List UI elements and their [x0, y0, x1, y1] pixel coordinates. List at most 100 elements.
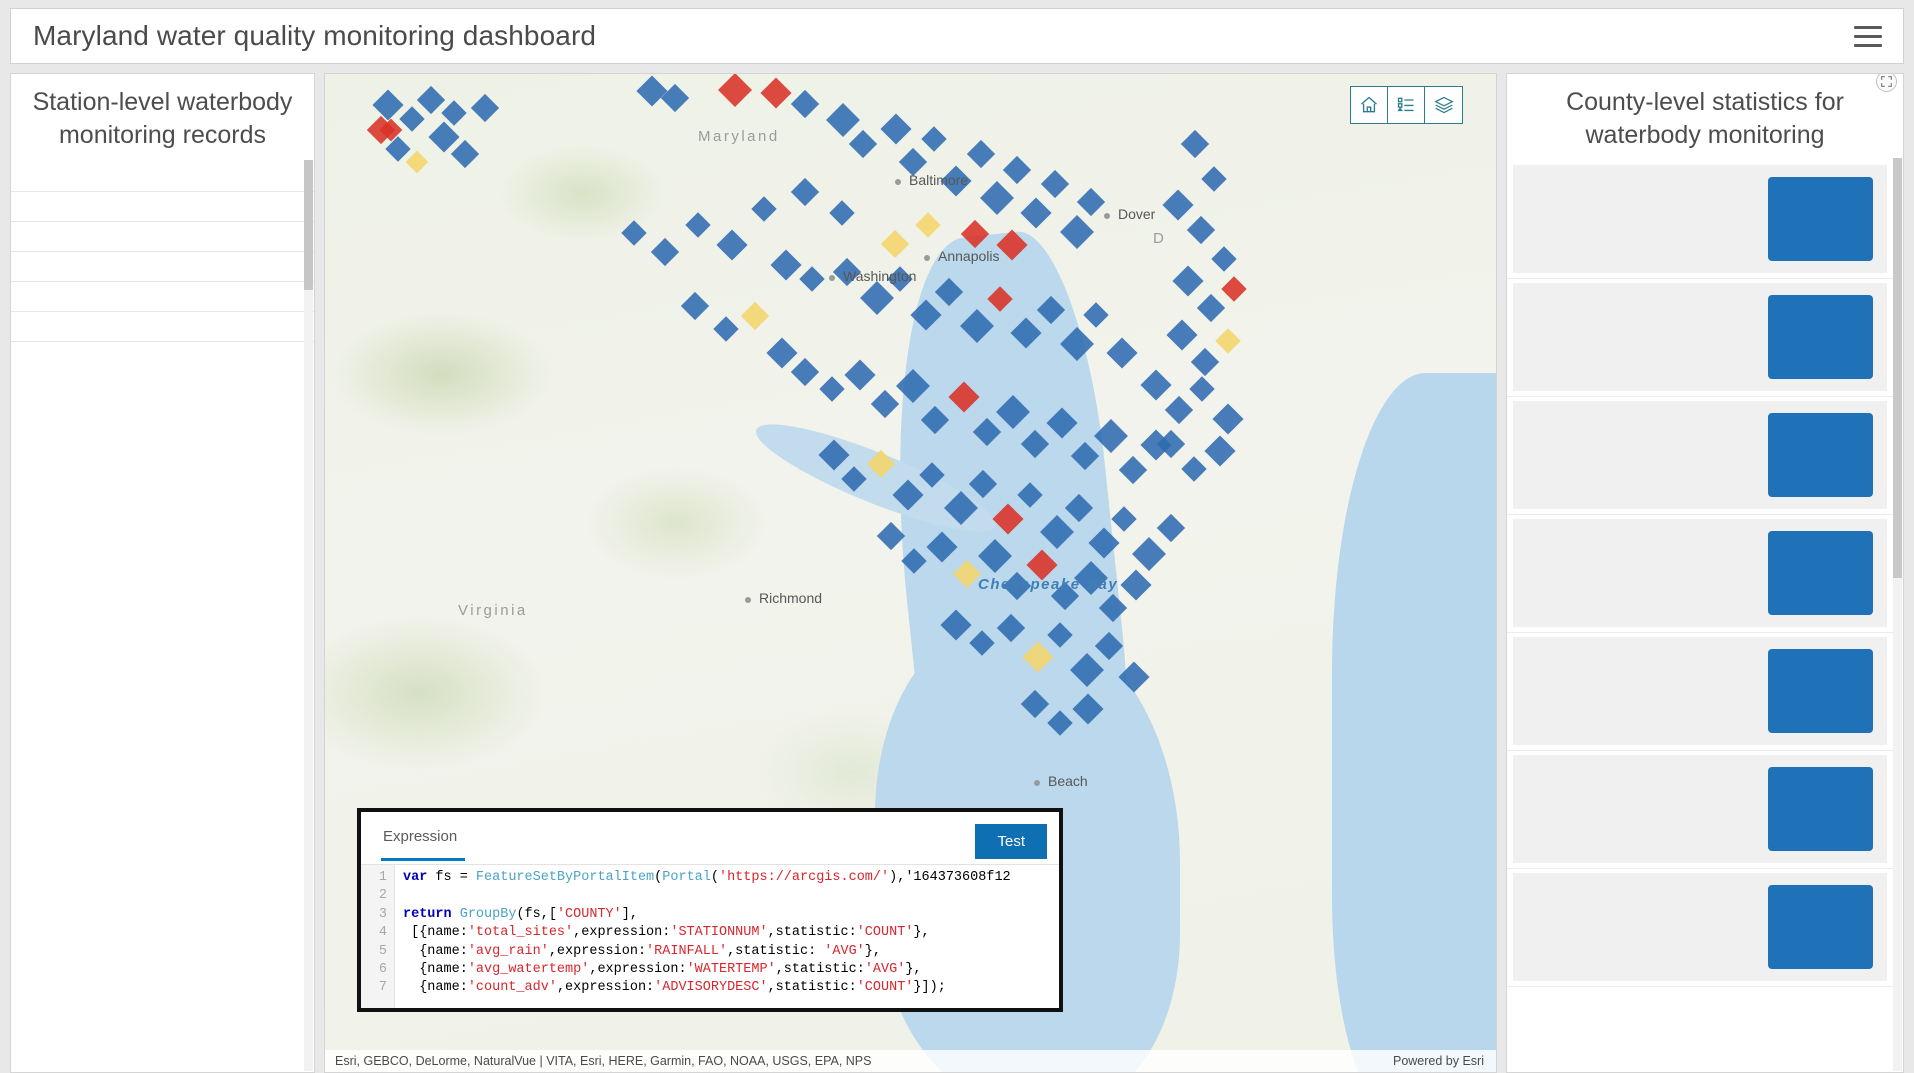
county-list-item[interactable]	[1507, 515, 1893, 633]
county-card[interactable]	[1513, 519, 1887, 627]
county-list-item[interactable]	[1507, 279, 1893, 397]
map-station-marker[interactable]	[887, 266, 912, 291]
map-station-marker[interactable]	[1211, 246, 1236, 271]
map-station-marker[interactable]	[718, 73, 752, 107]
map-station-marker[interactable]	[1166, 319, 1197, 350]
map-station-marker[interactable]	[791, 358, 819, 386]
map-station-marker[interactable]	[967, 140, 995, 168]
layers-icon[interactable]	[1425, 87, 1462, 123]
county-card[interactable]	[1513, 755, 1887, 863]
map-station-marker[interactable]	[1041, 170, 1069, 198]
map-station-marker[interactable]	[833, 258, 861, 286]
county-card[interactable]	[1513, 283, 1887, 391]
map-station-marker[interactable]	[685, 212, 710, 237]
map-station-marker[interactable]	[921, 126, 946, 151]
map-station-marker[interactable]	[1003, 156, 1031, 184]
map-station-marker[interactable]	[1157, 514, 1185, 542]
map-station-marker[interactable]	[1083, 302, 1108, 327]
county-card[interactable]	[1513, 873, 1887, 981]
county-card[interactable]	[1513, 165, 1887, 273]
map-station-marker[interactable]	[1132, 537, 1166, 571]
map-station-marker[interactable]	[766, 337, 797, 368]
map-station-marker[interactable]	[829, 200, 854, 225]
expression-code-area[interactable]: 1234567 var fs = FeatureSetByPortalItem(…	[361, 864, 1059, 1008]
code-content[interactable]: var fs = FeatureSetByPortalItem(Portal('…	[395, 865, 1059, 1008]
tab-expression[interactable]: Expression	[381, 824, 465, 861]
map-station-marker[interactable]	[751, 196, 776, 221]
map-station-marker[interactable]	[1181, 456, 1206, 481]
map-station-marker[interactable]	[1020, 197, 1051, 228]
map-station-marker[interactable]	[871, 390, 899, 418]
station-list-item[interactable]	[11, 281, 314, 311]
station-list-scrollbar[interactable]	[304, 160, 313, 1071]
map-station-marker[interactable]	[1060, 215, 1094, 249]
map-station-marker[interactable]	[899, 148, 927, 176]
map-panel[interactable]: MarylandVirginiaBaltimoreWashingtonAnnap…	[324, 73, 1497, 1073]
map-station-marker[interactable]	[1172, 265, 1203, 296]
legend-icon[interactable]	[1388, 87, 1425, 123]
map-station-marker[interactable]	[915, 212, 940, 237]
map-station-marker[interactable]	[1119, 456, 1147, 484]
map-station-marker[interactable]	[636, 75, 667, 106]
map-station-marker[interactable]	[1111, 506, 1136, 531]
map-station-marker[interactable]	[1201, 166, 1226, 191]
map-station-marker[interactable]	[372, 89, 403, 120]
map-station-marker[interactable]	[1120, 569, 1151, 600]
station-list-item[interactable]	[11, 311, 314, 341]
map-station-marker[interactable]	[681, 292, 709, 320]
county-list-item[interactable]	[1507, 869, 1893, 987]
map-station-marker[interactable]	[1106, 337, 1137, 368]
map-station-marker[interactable]	[791, 90, 819, 118]
map-station-marker[interactable]	[428, 121, 459, 152]
map-station-marker[interactable]	[791, 178, 819, 206]
map-station-marker[interactable]	[770, 249, 801, 280]
map-station-marker[interactable]	[406, 151, 429, 174]
map-station-marker[interactable]	[819, 376, 844, 401]
map-station-marker[interactable]	[1212, 403, 1243, 434]
code-line[interactable]	[403, 887, 1059, 905]
code-line[interactable]: [{name:'total_sites',expression:'STATION…	[403, 924, 1059, 942]
map-station-marker[interactable]	[844, 359, 875, 390]
map-station-marker[interactable]	[1197, 294, 1225, 322]
map-station-marker[interactable]	[399, 106, 424, 131]
hamburger-menu-icon[interactable]	[1851, 21, 1885, 51]
expression-editor-window[interactable]: Expression Test 1234567 var fs = Feature…	[357, 808, 1063, 1012]
map-station-marker[interactable]	[1191, 348, 1219, 376]
county-list-scrollbar[interactable]	[1893, 158, 1902, 1071]
station-list-item[interactable]	[11, 191, 314, 221]
map-station-marker[interactable]	[980, 181, 1014, 215]
county-list-item[interactable]	[1507, 397, 1893, 515]
map-station-marker[interactable]	[799, 266, 824, 291]
code-line[interactable]: {name:'avg_rain',expression:'RAINFALL',s…	[403, 943, 1059, 961]
county-list-item[interactable]	[1507, 751, 1893, 869]
station-list-item[interactable]	[11, 221, 314, 251]
county-list-item[interactable]	[1507, 161, 1893, 279]
station-list-item[interactable]	[11, 162, 314, 191]
station-list-item[interactable]	[11, 251, 314, 281]
county-list-item[interactable]	[1507, 633, 1893, 751]
map-station-marker[interactable]	[940, 165, 971, 196]
code-line[interactable]: {name:'avg_watertemp',expression:'WATERT…	[403, 961, 1059, 979]
map-station-marker[interactable]	[621, 220, 646, 245]
county-card[interactable]	[1513, 401, 1887, 509]
county-list[interactable]	[1507, 161, 1903, 1072]
map-station-marker[interactable]	[451, 140, 479, 168]
map-station-marker[interactable]	[1140, 369, 1171, 400]
county-list-scroll-thumb[interactable]	[1893, 158, 1902, 578]
code-line[interactable]: {name:'count_adv',expression:'ADVISORYDE…	[403, 979, 1059, 997]
map-station-marker[interactable]	[1189, 376, 1214, 401]
map-station-marker[interactable]	[1215, 328, 1240, 353]
map-station-marker[interactable]	[1162, 189, 1193, 220]
map-station-marker[interactable]	[860, 281, 894, 315]
map-station-marker[interactable]	[1221, 276, 1246, 301]
map-station-marker[interactable]	[1204, 435, 1235, 466]
map-station-marker[interactable]	[1077, 188, 1105, 216]
map-station-marker[interactable]	[417, 86, 445, 114]
map-station-marker[interactable]	[1165, 396, 1193, 424]
map-station-marker[interactable]	[826, 103, 860, 137]
station-list[interactable]	[11, 162, 314, 1072]
station-list-scroll-thumb[interactable]	[304, 160, 313, 290]
map-station-marker[interactable]	[471, 94, 499, 122]
map-station-marker[interactable]	[880, 113, 911, 144]
map-station-marker[interactable]	[741, 302, 769, 330]
